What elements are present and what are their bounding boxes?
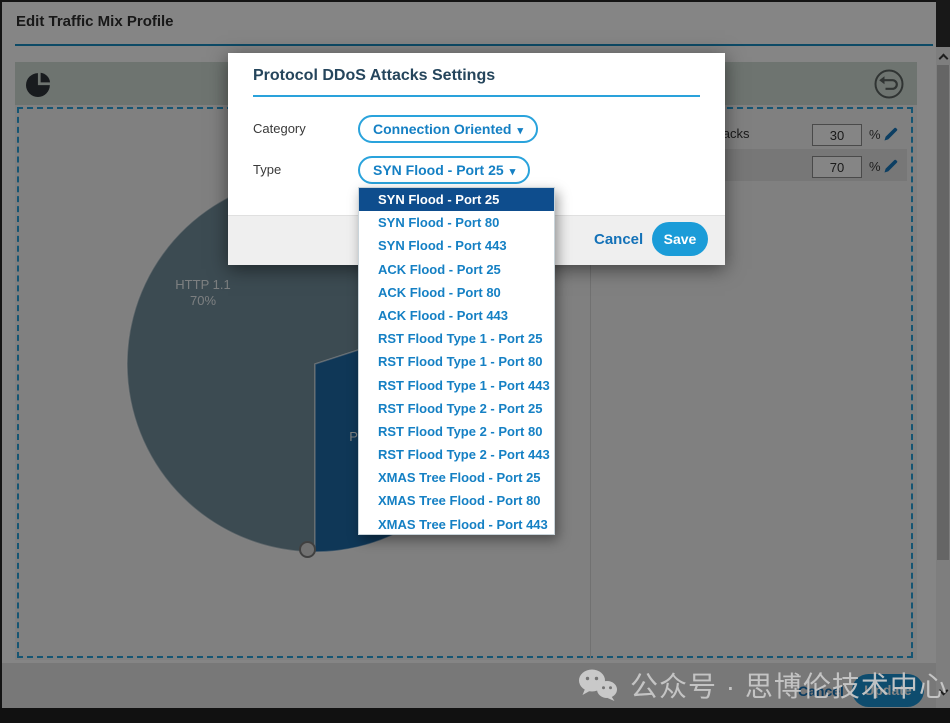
dropdown-option[interactable]: RST Flood Type 1 - Port 443: [359, 374, 554, 397]
dropdown-option[interactable]: SYN Flood - Port 25: [359, 188, 554, 211]
dialog-save-button[interactable]: Save: [652, 222, 708, 256]
type-dropdown[interactable]: SYN Flood - Port 25 ▾: [358, 156, 530, 184]
dialog-cancel-button[interactable]: Cancel: [594, 231, 643, 248]
dropdown-option[interactable]: ACK Flood - Port 25: [359, 258, 554, 281]
category-dropdown[interactable]: Connection Oriented ▾: [358, 115, 538, 143]
dropdown-option[interactable]: SYN Flood - Port 443: [359, 234, 554, 257]
watermark-text: 公众号 · 思博伦技术中心: [630, 665, 948, 705]
dropdown-option[interactable]: SYN Flood - Port 80: [359, 211, 554, 234]
type-dropdown-value: SYN Flood - Port 25: [373, 162, 504, 178]
dropdown-option[interactable]: RST Flood Type 2 - Port 443: [359, 443, 554, 466]
dropdown-option[interactable]: XMAS Tree Flood - Port 443: [359, 513, 554, 535]
chevron-down-icon: ▾: [510, 166, 516, 178]
dropdown-option[interactable]: XMAS Tree Flood - Port 80: [359, 489, 554, 512]
app-window: Edit Traffic Mix Profile HTTP 1.1 70% Pr…: [0, 0, 950, 723]
chevron-down-icon: ▾: [517, 125, 523, 137]
category-label: Category: [253, 121, 306, 136]
dropdown-option[interactable]: ACK Flood - Port 443: [359, 304, 554, 327]
type-dropdown-list: SYN Flood - Port 25 SYN Flood - Port 80 …: [358, 187, 555, 535]
dropdown-option[interactable]: RST Flood Type 1 - Port 80: [359, 350, 554, 373]
dropdown-option[interactable]: RST Flood Type 1 - Port 25: [359, 327, 554, 350]
dialog-title: Protocol DDoS Attacks Settings: [253, 67, 495, 85]
type-label: Type: [253, 162, 281, 177]
dropdown-option[interactable]: XMAS Tree Flood - Port 25: [359, 466, 554, 489]
dropdown-option[interactable]: RST Flood Type 2 - Port 80: [359, 420, 554, 443]
watermark: 公众号 · 思博伦技术中心: [578, 662, 948, 708]
wechat-icon: [578, 668, 618, 702]
dropdown-option[interactable]: RST Flood Type 2 - Port 25: [359, 397, 554, 420]
dropdown-option[interactable]: ACK Flood - Port 80: [359, 281, 554, 304]
dialog-title-underline: [253, 95, 700, 97]
category-dropdown-value: Connection Oriented: [373, 121, 511, 137]
